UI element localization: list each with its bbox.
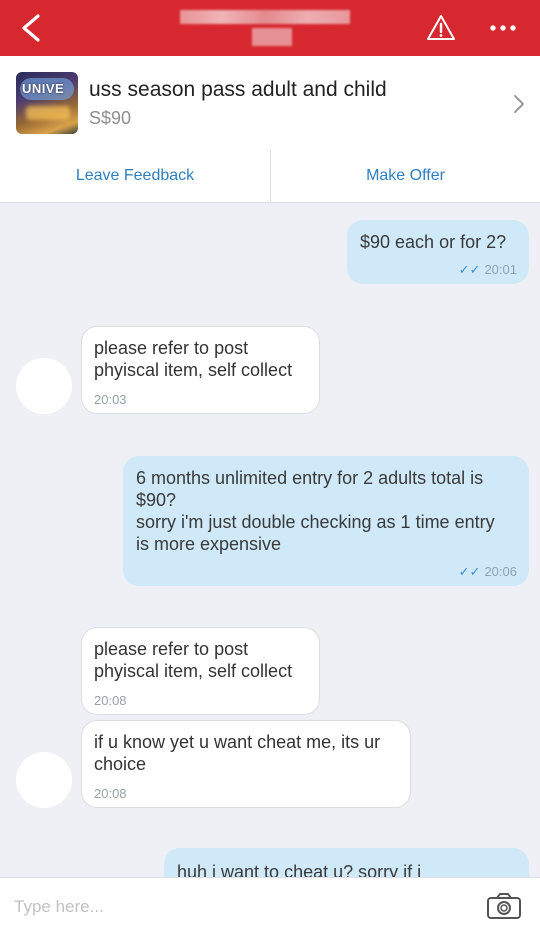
message-text: please refer to post <box>94 639 249 659</box>
message-text: phyiscal item, self collect <box>94 661 293 681</box>
message-time: 20:08 <box>94 693 127 708</box>
message-text: phyiscal item, self collect <box>94 360 293 380</box>
report-button[interactable] <box>426 13 456 43</box>
more-icon <box>490 25 516 31</box>
chevron-left-icon <box>22 14 40 42</box>
camera-icon[interactable] <box>486 891 522 921</box>
avatar[interactable] <box>16 752 72 808</box>
message-bubble-incoming[interactable]: please refer to post phyiscal item, self… <box>81 627 320 715</box>
listing-title: uss season pass adult and child <box>89 78 387 101</box>
message-bubble-incoming[interactable]: please refer to post phyiscal item, self… <box>81 326 320 414</box>
listing-summary[interactable]: UNIVE uss season pass adult and child S$… <box>0 56 540 151</box>
thumbnail-logo-text: UNIVE <box>22 81 65 96</box>
listing-price: S$90 <box>89 108 132 128</box>
message-text: is more expensive <box>136 534 282 554</box>
chat-thread[interactable]: $90 each or for 2? ✓✓ 20:01 please refer … <box>0 203 540 877</box>
message-text: choice <box>94 754 147 774</box>
message-text: 6 months unlimited entry for 2 adults to… <box>136 468 484 488</box>
listing-actions: Leave Feedback Make Offer <box>0 150 540 203</box>
message-text: $90? <box>136 490 177 510</box>
message-time: ✓✓ 20:01 <box>458 262 517 277</box>
message-bubble-outgoing[interactable]: $90 each or for 2? ✓✓ 20:01 <box>347 220 529 284</box>
warning-icon <box>427 15 455 40</box>
chevron-right-icon[interactable] <box>511 93 527 115</box>
leave-feedback-button[interactable]: Leave Feedback <box>0 150 270 202</box>
message-input[interactable] <box>12 890 456 924</box>
message-text: if u know yet u want cheat me, its ur <box>94 732 381 752</box>
avatar[interactable] <box>16 358 72 414</box>
message-bubble-incoming[interactable]: if u know yet u want cheat me, its ur ch… <box>81 720 411 808</box>
message-time: 20:03 <box>94 392 127 407</box>
message-text: sorry i'm just double checking as 1 time… <box>136 512 495 532</box>
make-offer-button[interactable]: Make Offer <box>271 150 540 202</box>
message-text: $90 each or for 2? <box>360 232 507 252</box>
read-check-icon: ✓✓ <box>458 564 481 579</box>
message-text: huh i want to cheat u? sorry if i <box>177 862 422 877</box>
message-time: ✓✓ 20:06 <box>458 564 517 579</box>
message-text: please refer to post <box>94 338 249 358</box>
message-bubble-outgoing[interactable]: huh i want to cheat u? sorry if i <box>164 848 529 877</box>
more-options-button[interactable] <box>486 14 520 42</box>
message-bubble-outgoing[interactable]: 6 months unlimited entry for 2 adults to… <box>123 456 529 586</box>
listing-thumbnail: UNIVE <box>16 72 78 134</box>
back-button[interactable] <box>14 10 50 46</box>
message-time: 20:08 <box>94 786 127 801</box>
top-bar <box>0 0 540 56</box>
blurred-username <box>180 10 350 48</box>
read-check-icon: ✓✓ <box>458 262 481 277</box>
message-composer <box>0 877 540 934</box>
